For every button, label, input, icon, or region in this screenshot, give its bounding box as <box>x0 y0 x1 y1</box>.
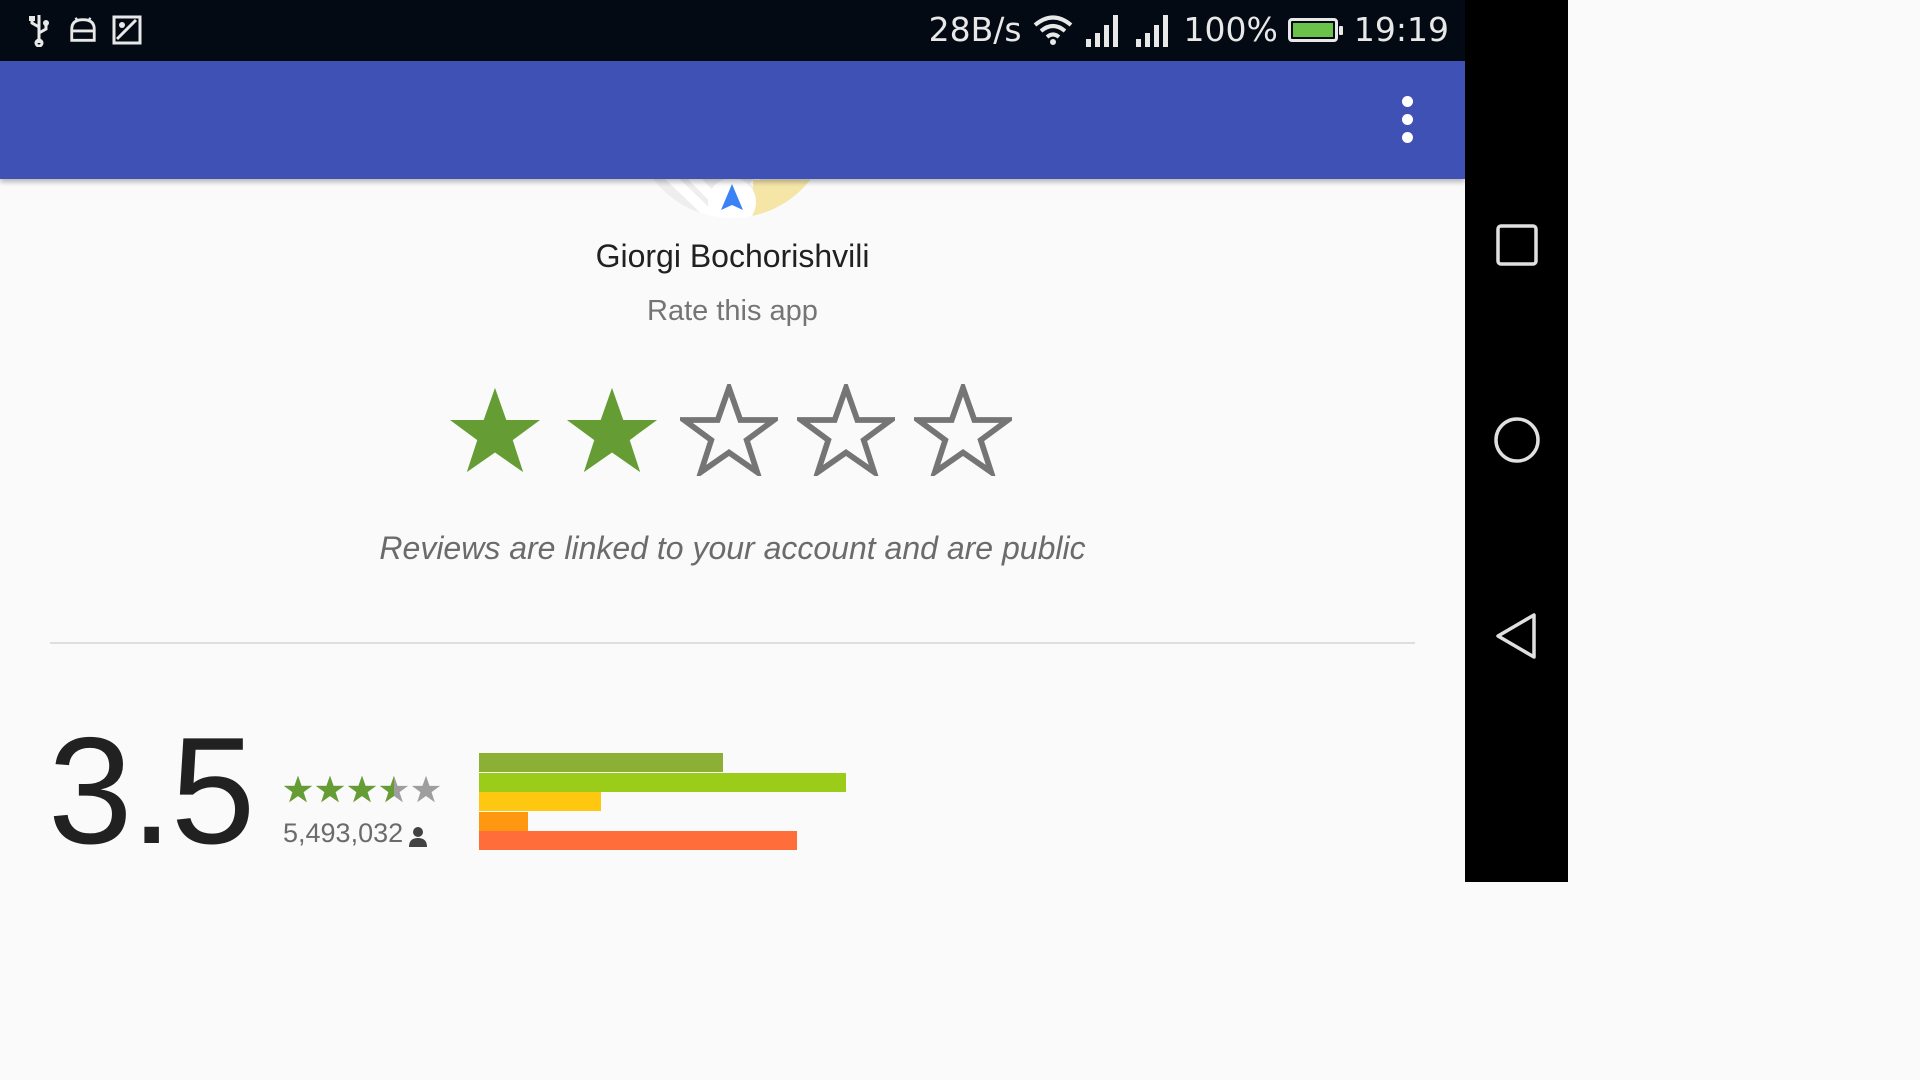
histogram-bar-3-star <box>479 792 601 811</box>
star-filled-icon <box>347 774 377 804</box>
wifi-icon <box>1032 14 1074 46</box>
navigation-bar <box>1465 0 1568 882</box>
star-filled-icon[interactable] <box>563 384 661 476</box>
app-bar <box>0 61 1465 179</box>
star-filled-icon[interactable] <box>446 384 544 476</box>
user-name: Giorgi Bochorishvili <box>595 238 870 274</box>
average-stars <box>283 774 441 804</box>
rating-histogram <box>479 753 846 851</box>
histogram-bar-1-star <box>479 831 797 850</box>
histogram-bar-5-star <box>479 753 723 772</box>
battery-percent: 100% <box>1183 10 1278 49</box>
clock: 19:19 <box>1353 10 1449 49</box>
star-empty-icon[interactable] <box>675 379 783 480</box>
review-count: 5,493,032 <box>283 818 429 849</box>
net-speed: 28B/s <box>928 10 1022 49</box>
review-disclaimer: Reviews are linked to your account and a… <box>379 530 1086 566</box>
rate-prompt: Rate this app <box>647 295 818 327</box>
home-icon[interactable] <box>1491 414 1543 466</box>
signal-icon <box>1084 13 1124 47</box>
histogram-bar-4-star <box>479 772 846 792</box>
star-empty-icon[interactable] <box>909 379 1017 480</box>
star-empty-icon <box>411 774 441 804</box>
recents-icon[interactable] <box>1491 219 1543 271</box>
star-half-icon <box>379 774 409 804</box>
battery-icon <box>1287 17 1343 42</box>
back-icon[interactable] <box>1491 610 1543 662</box>
star-filled-icon <box>315 774 345 804</box>
review-count-value: 5,493,032 <box>283 818 404 848</box>
more-vert-icon[interactable] <box>1389 91 1425 147</box>
divider <box>50 642 1415 644</box>
signal-icon <box>1134 13 1174 47</box>
star-filled-icon <box>283 774 313 804</box>
image-icon <box>112 12 142 48</box>
usb-icon <box>24 12 54 48</box>
rating-stars <box>446 379 1017 480</box>
status-bar: 28B/s 100% 19:19 <box>0 0 1465 61</box>
star-empty-icon[interactable] <box>792 379 900 480</box>
histogram-bar-2-star <box>479 811 528 831</box>
android-debug-icon <box>68 12 98 48</box>
average-rating: 3.5 <box>48 706 255 876</box>
person-icon <box>407 825 429 849</box>
